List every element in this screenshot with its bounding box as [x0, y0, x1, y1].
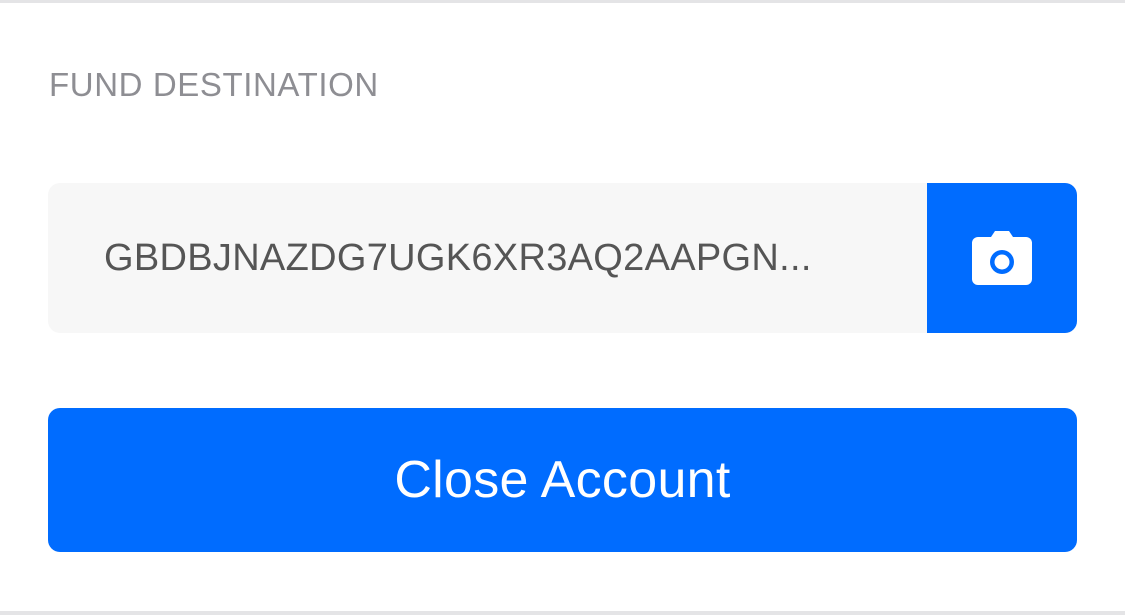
destination-address-value: GBDBJNAZDG7UGK6XR3AQ2AAPGN...	[104, 236, 812, 279]
close-account-panel: FUND DESTINATION GBDBJNAZDG7UGK6XR3AQ2AA…	[0, 0, 1125, 615]
destination-address-field[interactable]: GBDBJNAZDG7UGK6XR3AQ2AAPGN...	[48, 183, 927, 333]
top-divider	[0, 0, 1125, 3]
fund-destination-label: FUND DESTINATION	[49, 66, 379, 103]
destination-address-row: GBDBJNAZDG7UGK6XR3AQ2AAPGN...	[48, 183, 1077, 333]
scan-qr-button[interactable]	[927, 183, 1077, 333]
close-account-button[interactable]: Close Account	[48, 408, 1077, 552]
bottom-divider	[0, 611, 1125, 615]
camera-icon	[972, 231, 1032, 285]
